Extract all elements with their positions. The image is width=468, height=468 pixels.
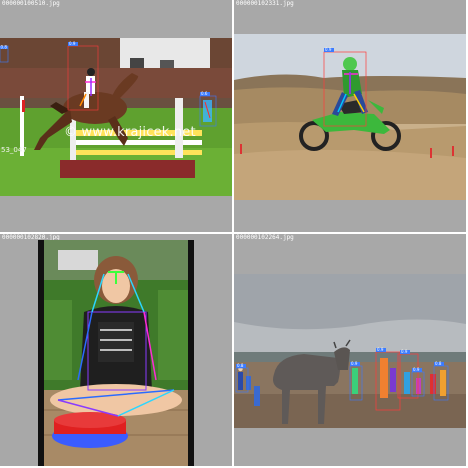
detection-score-label: 0.9 <box>69 41 76 46</box>
corner-label: 53_047 <box>1 146 27 154</box>
detection-score-label: 0.8 <box>237 363 244 368</box>
detection-score-label: 0.8 <box>435 361 442 366</box>
filename-label: 000000102264.jpg <box>236 234 294 241</box>
filename-label: 000000100510.jpg <box>2 0 60 7</box>
detection-score-label: 0.9 <box>325 47 332 52</box>
detection-score-label: 0.9 <box>413 367 420 372</box>
image-tile-1[interactable]: 000000100510.jpg 0.8 0.9 0.6 © www.kraji… <box>0 0 232 232</box>
cow-beach-image[interactable]: 0.8 0.9 0.9 0.9 0.9 0.8 <box>234 274 466 428</box>
detection-score-label: 0.9 <box>377 347 384 352</box>
child-cake-image[interactable] <box>38 240 194 466</box>
motocross-image[interactable]: 0.9 <box>234 34 466 200</box>
image-tile-3[interactable]: 000000102820.jpg <box>0 234 232 466</box>
watermark-text: © www.krajicek.net <box>64 125 196 140</box>
image-tile-4[interactable]: 000000102264.jpg 0.8 0.9 0.9 0.9 0.9 0.8 <box>234 234 466 466</box>
detection-score-label: 0.9 <box>401 349 408 354</box>
detection-score-label: 0.9 <box>351 361 358 366</box>
image-tile-2[interactable]: 000000102331.jpg 0.9 <box>234 0 466 232</box>
detection-score-label: 0.8 <box>1 45 8 50</box>
detection-score-label: 0.6 <box>201 91 208 96</box>
horse-jump-image[interactable]: 0.8 0.9 0.6 <box>0 38 232 196</box>
image-grid: 000000100510.jpg 0.8 0.9 0.6 © www.kraji… <box>0 0 468 468</box>
filename-label: 000000102331.jpg <box>236 0 294 7</box>
